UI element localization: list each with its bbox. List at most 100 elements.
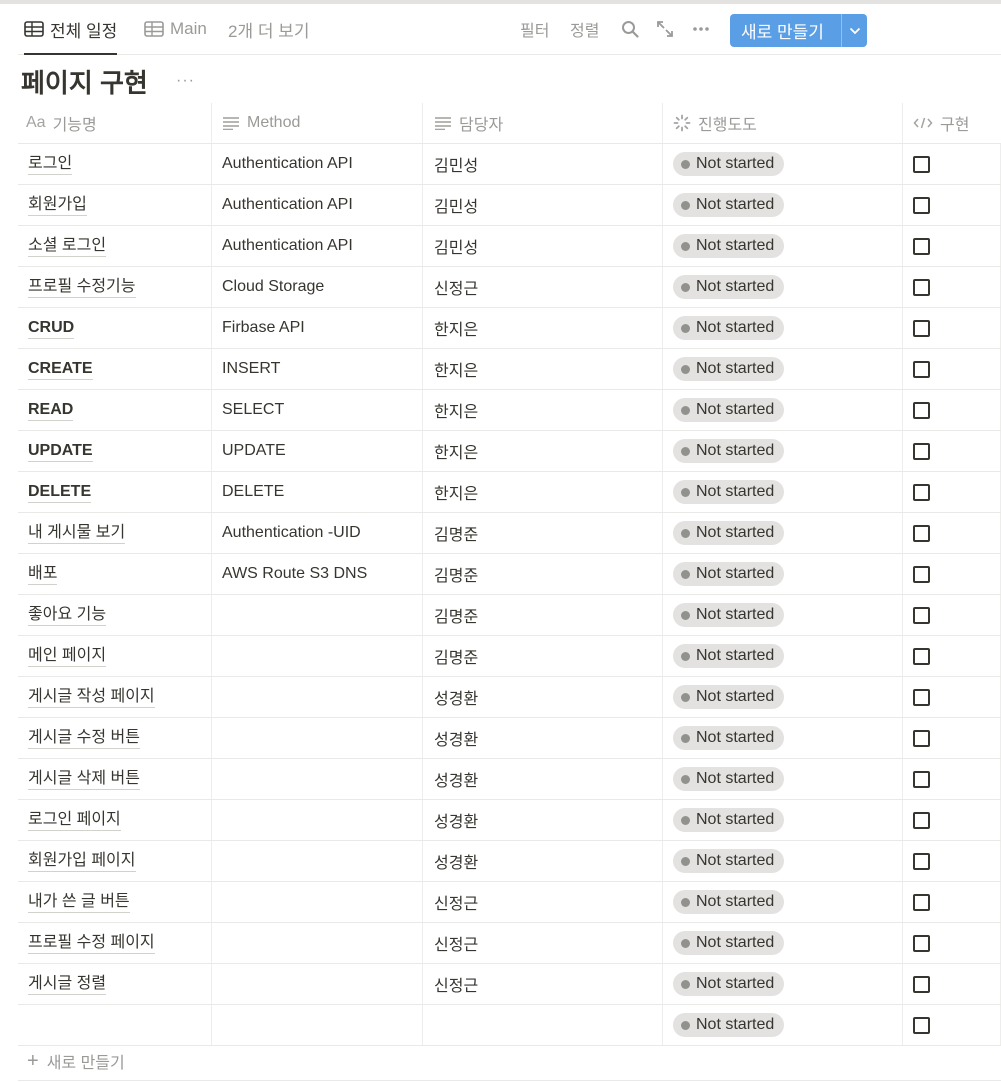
status-badge[interactable]: Not started <box>673 767 785 791</box>
cell-status[interactable]: Not started <box>663 923 903 963</box>
sort-button[interactable]: 정렬 <box>570 4 599 54</box>
cell-method[interactable]: AWS Route S3 DNS <box>212 554 423 594</box>
cell-impl[interactable] <box>903 431 1001 471</box>
cell-status[interactable]: Not started <box>663 759 903 799</box>
row-title-link[interactable]: 배포 <box>28 564 58 585</box>
cell-impl[interactable] <box>903 923 1001 963</box>
cell-owner[interactable]: 한지은 <box>423 431 663 471</box>
impl-checkbox[interactable] <box>913 688 930 706</box>
cell-status[interactable]: Not started <box>663 267 903 307</box>
cell-impl[interactable] <box>903 882 1001 922</box>
cell-method[interactable] <box>212 636 423 676</box>
cell-method[interactable]: DELETE <box>212 472 423 512</box>
cell-method[interactable]: Cloud Storage <box>212 267 423 307</box>
cell-owner[interactable]: 성경환 <box>423 841 663 881</box>
cell-name[interactable]: 로그인 페이지 <box>18 800 212 840</box>
cell-name[interactable]: 프로필 수정 페이지 <box>18 923 212 963</box>
column-header-status[interactable]: 진행도도 <box>673 103 757 143</box>
table-row[interactable]: 회원가입 페이지 성경환 Not started <box>18 841 1001 882</box>
impl-checkbox[interactable] <box>913 811 930 829</box>
impl-checkbox[interactable] <box>913 770 930 788</box>
status-badge[interactable]: Not started <box>673 849 785 873</box>
cell-name[interactable]: 내 게시물 보기 <box>18 513 212 553</box>
cell-name[interactable]: UPDATE <box>18 431 212 471</box>
table-row[interactable]: UPDATE UPDATE 한지은 Not started <box>18 431 1001 472</box>
row-title-link[interactable]: 회원가입 페이지 <box>28 851 136 872</box>
cell-owner[interactable]: 김명준 <box>423 513 663 553</box>
cell-owner[interactable]: 신정근 <box>423 267 663 307</box>
cell-status[interactable]: Not started <box>663 1005 903 1045</box>
cell-name[interactable]: READ <box>18 390 212 430</box>
table-row[interactable]: 내가 쓴 글 버튼 신정근 Not started <box>18 882 1001 923</box>
impl-checkbox[interactable] <box>913 565 930 583</box>
impl-checkbox[interactable] <box>913 893 930 911</box>
cell-name[interactable]: 게시글 수정 버튼 <box>18 718 212 758</box>
cell-method[interactable] <box>212 882 423 922</box>
chevron-down-icon[interactable] <box>842 27 867 35</box>
cell-name[interactable]: 프로필 수정기능 <box>18 267 212 307</box>
impl-checkbox[interactable] <box>913 442 930 460</box>
impl-checkbox[interactable] <box>913 401 930 419</box>
status-badge[interactable]: Not started <box>673 685 785 709</box>
column-header-name[interactable]: Aa 기능명 <box>26 103 97 143</box>
cell-method[interactable] <box>212 964 423 1004</box>
cell-method[interactable] <box>212 595 423 635</box>
filter-button[interactable]: 필터 <box>520 4 549 54</box>
cell-name[interactable]: 좋아요 기능 <box>18 595 212 635</box>
cell-status[interactable]: Not started <box>663 841 903 881</box>
row-title-link[interactable]: CRUD <box>28 318 75 339</box>
impl-checkbox[interactable] <box>913 196 930 214</box>
status-badge[interactable]: Not started <box>673 1013 785 1037</box>
cell-status[interactable]: Not started <box>663 554 903 594</box>
cell-status[interactable]: Not started <box>663 800 903 840</box>
status-badge[interactable]: Not started <box>673 808 785 832</box>
cell-impl[interactable] <box>903 349 1001 389</box>
cell-method[interactable] <box>212 800 423 840</box>
row-title-link[interactable]: 내 게시물 보기 <box>28 523 126 544</box>
cell-owner[interactable]: 김민성 <box>423 144 663 184</box>
cell-impl[interactable] <box>903 800 1001 840</box>
status-badge[interactable]: Not started <box>673 234 785 258</box>
cell-status[interactable]: Not started <box>663 513 903 553</box>
cell-method[interactable] <box>212 841 423 881</box>
impl-checkbox[interactable] <box>913 647 930 665</box>
cell-name[interactable]: 회원가입 페이지 <box>18 841 212 881</box>
cell-status[interactable]: Not started <box>663 431 903 471</box>
row-title-link[interactable]: 로그인 페이지 <box>28 810 121 831</box>
new-row-button[interactable]: + 새로 만들기 <box>18 1042 1001 1081</box>
expand-icon[interactable] <box>656 4 674 54</box>
table-row[interactable]: CRUD Firbase API 한지은 Not started <box>18 308 1001 349</box>
status-badge[interactable]: Not started <box>673 521 785 545</box>
impl-checkbox[interactable] <box>913 319 930 337</box>
tab-main[interactable]: Main <box>144 4 207 54</box>
cell-method[interactable]: Authentication API <box>212 144 423 184</box>
cell-status[interactable]: Not started <box>663 677 903 717</box>
cell-method[interactable]: INSERT <box>212 349 423 389</box>
cell-method[interactable] <box>212 1005 423 1045</box>
cell-name[interactable]: 게시글 삭제 버튼 <box>18 759 212 799</box>
cell-status[interactable]: Not started <box>663 349 903 389</box>
status-badge[interactable]: Not started <box>673 726 785 750</box>
cell-status[interactable]: Not started <box>663 185 903 225</box>
cell-name[interactable]: CRUD <box>18 308 212 348</box>
cell-impl[interactable] <box>903 1005 1001 1045</box>
cell-impl[interactable] <box>903 677 1001 717</box>
column-header-impl[interactable]: 구현 <box>913 103 969 143</box>
row-title-link[interactable]: UPDATE <box>28 441 93 462</box>
status-badge[interactable]: Not started <box>673 972 785 996</box>
row-title-link[interactable]: 내가 쓴 글 버튼 <box>28 892 130 913</box>
cell-method[interactable] <box>212 923 423 963</box>
row-title-link[interactable]: 게시글 수정 버튼 <box>28 728 140 749</box>
row-title-link[interactable]: DELETE <box>28 482 92 503</box>
cell-method[interactable]: Authentication -UID <box>212 513 423 553</box>
cell-impl[interactable] <box>903 267 1001 307</box>
cell-owner[interactable]: 김민성 <box>423 226 663 266</box>
status-badge[interactable]: Not started <box>673 193 785 217</box>
cell-method[interactable]: UPDATE <box>212 431 423 471</box>
table-row[interactable]: 프로필 수정기능 Cloud Storage 신정근 Not started <box>18 267 1001 308</box>
cell-name[interactable]: 게시글 작성 페이지 <box>18 677 212 717</box>
tab-all-schedule[interactable]: 전체 일정 <box>24 4 118 55</box>
status-badge[interactable]: Not started <box>673 562 785 586</box>
status-badge[interactable]: Not started <box>673 152 785 176</box>
new-button[interactable]: 새로 만들기 <box>730 14 867 47</box>
